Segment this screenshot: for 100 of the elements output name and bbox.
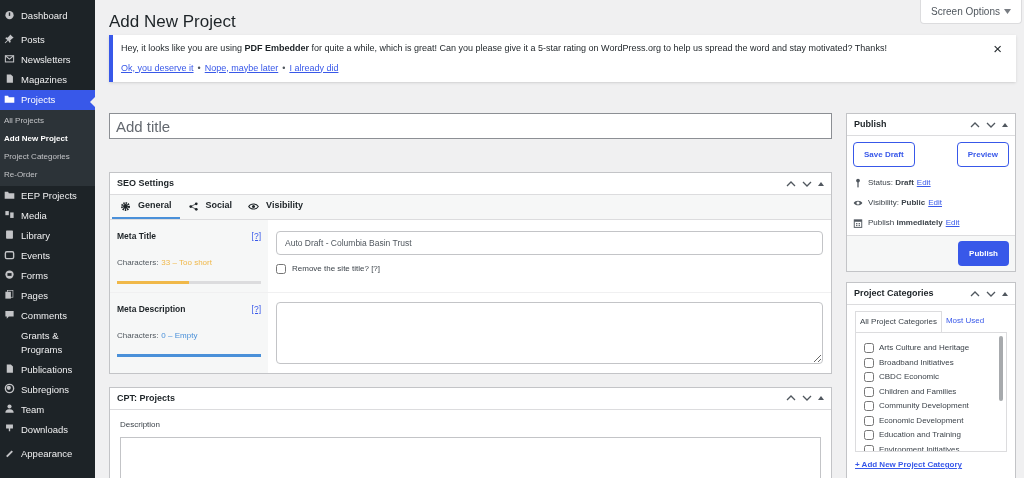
screen-options-button[interactable]: Screen Options <box>920 0 1022 24</box>
checkbox[interactable] <box>864 343 874 354</box>
menu-icon <box>4 209 15 220</box>
menu-icon <box>4 229 15 240</box>
menu-icon <box>4 363 15 374</box>
separator: • <box>197 61 201 75</box>
publish-detail: Status: Draft <box>868 177 914 189</box>
move-down-icon[interactable] <box>802 395 812 402</box>
move-up-icon[interactable] <box>786 180 796 187</box>
category-label: Economic Development <box>879 414 964 427</box>
notice-link[interactable]: I already did <box>289 61 339 75</box>
sidebar-item[interactable]: Appearance <box>0 444 95 464</box>
submenu-item[interactable]: All Projects <box>0 112 48 130</box>
move-up-icon[interactable] <box>786 395 796 402</box>
menu-icon <box>4 73 15 84</box>
collapse-icon[interactable] <box>818 181 824 186</box>
add-category-link[interactable]: + Add New Project Category <box>855 459 963 471</box>
field-label: Description <box>120 418 160 431</box>
panel-title: Project Categories <box>854 286 935 300</box>
sidebar-item[interactable]: Publications <box>0 360 95 380</box>
category-label: Community Development <box>879 400 969 413</box>
checkbox[interactable] <box>864 386 874 397</box>
menu-icon <box>4 93 15 104</box>
checkbox[interactable] <box>864 430 874 441</box>
category-label: Arts Culture and Heritage <box>879 342 970 355</box>
sidebar-item[interactable]: Magazines <box>0 70 95 90</box>
collapse-icon[interactable] <box>1002 122 1008 127</box>
field-label: Meta Description <box>117 302 186 316</box>
sidebar-item[interactable]: Subregions <box>0 380 95 400</box>
publish-detail: Visibility: Public <box>868 197 926 209</box>
category-label: CBDC Economic <box>879 371 939 384</box>
menu-icon <box>4 309 15 320</box>
collapse-icon[interactable] <box>818 396 824 401</box>
notice-link[interactable]: Ok, you deserve it <box>121 61 194 75</box>
character-count-label: Characters: <box>117 256 159 269</box>
save-draft-button[interactable]: Save Draft <box>853 142 915 167</box>
preview-button[interactable]: Preview <box>956 142 1009 167</box>
scrollbar[interactable] <box>999 336 1003 401</box>
meta-title-field[interactable]: Auto Draft - Columbia Basin Trust <box>276 231 823 255</box>
submenu-item[interactable]: Re-Order <box>0 166 42 184</box>
publish-button[interactable]: Publish <box>958 241 1009 266</box>
collapse-icon[interactable] <box>1002 291 1008 296</box>
checkbox[interactable] <box>864 415 874 426</box>
settings-tab[interactable]: Social <box>179 195 241 219</box>
edit-link[interactable]: Edit <box>945 217 960 229</box>
sidebar-item[interactable]: Newsletters <box>0 50 95 70</box>
eye-icon <box>248 200 260 212</box>
category-tab[interactable]: All Project Categories <box>855 311 942 332</box>
submenu-item[interactable]: Add New Project <box>0 130 72 148</box>
sidebar-item[interactable]: Posts <box>0 30 95 50</box>
checkbox[interactable] <box>864 401 874 412</box>
checkbox-label: Remove the site title? [?] <box>292 263 381 275</box>
category-tab[interactable]: Most Used <box>941 311 989 332</box>
meta-description-field[interactable] <box>276 301 823 364</box>
panel-title: CPT: Projects <box>117 391 177 405</box>
menu-icon <box>4 33 15 44</box>
move-up-icon[interactable] <box>970 121 980 128</box>
checkbox[interactable] <box>864 444 874 451</box>
calendar-icon <box>853 218 863 228</box>
edit-link[interactable]: Edit <box>928 197 942 209</box>
checkbox[interactable] <box>864 357 874 368</box>
title-field[interactable]: Add title <box>109 113 832 139</box>
share-icon <box>187 200 199 212</box>
menu-icon <box>4 383 15 394</box>
sidebar-item[interactable]: EEP Projects <box>0 186 95 206</box>
sidebar-item[interactable]: Dashboard <box>0 6 95 26</box>
checkbox[interactable] <box>864 372 874 383</box>
notice-link[interactable]: Nope, maybe later <box>204 61 279 75</box>
move-up-icon[interactable] <box>970 290 980 297</box>
sidebar-item[interactable]: Pages <box>0 286 95 306</box>
menu-icon <box>4 53 15 64</box>
edit-link[interactable]: Edit <box>916 177 931 189</box>
category-label: Broadband Initiatives <box>879 356 954 369</box>
sidebar-item[interactable]: Events <box>0 246 95 266</box>
sidebar-item[interactable]: Team <box>0 400 95 420</box>
sidebar-item[interactable]: Comments <box>0 306 95 326</box>
checkbox[interactable] <box>276 264 286 274</box>
menu-icon <box>4 9 15 20</box>
character-count-label: Characters: <box>117 329 159 342</box>
menu-icon <box>4 189 15 200</box>
separator: • <box>282 61 286 75</box>
sidebar-item[interactable]: Media <box>0 206 95 226</box>
help-link[interactable]: [?] <box>251 230 261 243</box>
sidebar-item-active[interactable]: Projects <box>0 90 95 110</box>
sidebar-item[interactable]: Grants & Programs <box>0 326 95 360</box>
submenu-item[interactable]: Project Categories <box>0 148 74 166</box>
menu-icon <box>4 249 15 260</box>
move-down-icon[interactable] <box>986 290 996 297</box>
sidebar-item[interactable]: Forms <box>0 266 95 286</box>
eye-icon <box>853 198 863 208</box>
close-button[interactable]: × <box>993 41 1002 56</box>
settings-tab[interactable]: Visibility <box>240 195 311 219</box>
character-count: 33 – Too short <box>161 256 212 269</box>
help-link[interactable]: [?] <box>251 302 261 316</box>
move-down-icon[interactable] <box>802 180 812 187</box>
menu-icon <box>4 289 15 300</box>
sidebar-item[interactable]: Library <box>0 226 95 246</box>
page-title: Add New Project <box>109 11 236 33</box>
move-down-icon[interactable] <box>986 121 996 128</box>
sidebar-item[interactable]: Downloads <box>0 420 95 440</box>
